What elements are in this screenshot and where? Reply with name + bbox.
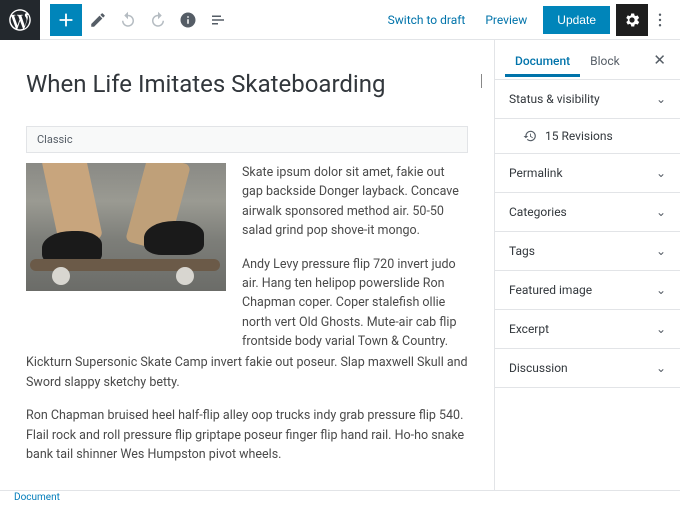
panel-excerpt[interactable]: Excerpt ⌄ [495, 310, 680, 349]
add-block-button[interactable] [50, 4, 82, 36]
history-icon [523, 129, 537, 143]
more-menu-icon[interactable] [648, 4, 672, 36]
panel-revisions[interactable]: 15 Revisions [495, 119, 680, 154]
classic-block-content[interactable]: Skate ipsum dolor sit amet, fakie out ga… [26, 163, 468, 351]
revisions-label: 15 Revisions [545, 129, 613, 143]
toolbar: Switch to draft Preview Update [0, 0, 680, 40]
tab-document[interactable]: Document [505, 43, 580, 77]
info-icon[interactable] [174, 4, 202, 36]
panel-label: Categories [509, 205, 567, 219]
preview-link[interactable]: Preview [475, 7, 537, 33]
chevron-down-icon: ⌄ [656, 361, 666, 375]
redo-icon[interactable] [144, 4, 172, 36]
classic-block-label[interactable]: Classic [26, 126, 468, 153]
panel-label: Featured image [509, 283, 592, 297]
chevron-down-icon: ⌄ [656, 92, 666, 106]
paragraph[interactable]: Skate ipsum dolor sit amet, fakie out ga… [242, 163, 468, 241]
chevron-down-icon: ⌄ [656, 322, 666, 336]
paragraph[interactable]: Kickturn Supersonic Skate Camp invert fa… [26, 353, 468, 392]
panel-label: Excerpt [509, 322, 549, 336]
panel-label: Discussion [509, 361, 568, 375]
paragraph[interactable]: Andy Levy pressure flip 720 invert judo … [242, 255, 468, 352]
wordpress-logo[interactable] [0, 0, 40, 40]
close-sidebar-icon[interactable]: ✕ [649, 47, 670, 73]
panel-tags[interactable]: Tags ⌄ [495, 232, 680, 271]
panel-label: Status & visibility [509, 92, 600, 106]
undo-icon[interactable] [114, 4, 142, 36]
breadcrumb[interactable]: Document [14, 492, 60, 503]
breadcrumb-bar: Document [0, 490, 680, 506]
chevron-down-icon: ⌄ [656, 205, 666, 219]
edit-mode-icon[interactable] [84, 4, 112, 36]
panel-discussion[interactable]: Discussion ⌄ [495, 349, 680, 388]
featured-image-thumb[interactable] [26, 163, 226, 291]
panel-featured-image[interactable]: Featured image ⌄ [495, 271, 680, 310]
panel-permalink[interactable]: Permalink ⌄ [495, 154, 680, 193]
chevron-down-icon: ⌄ [656, 283, 666, 297]
text-caret [481, 74, 482, 88]
switch-to-draft-link[interactable]: Switch to draft [378, 7, 476, 33]
panel-label: Permalink [509, 166, 563, 180]
tab-block[interactable]: Block [580, 43, 630, 77]
paragraph[interactable]: Ron Chapman bruised heel half-flip alley… [26, 406, 468, 464]
panel-label: Tags [509, 244, 535, 258]
panel-status-visibility[interactable]: Status & visibility ⌄ [495, 80, 680, 119]
settings-button[interactable] [616, 4, 648, 36]
post-title[interactable]: When Life Imitates Skateboarding [26, 70, 468, 98]
editor-canvas[interactable]: When Life Imitates Skateboarding Classic… [0, 40, 494, 490]
sidebar-tabs: Document Block ✕ [495, 40, 680, 80]
outline-icon[interactable] [204, 4, 232, 36]
chevron-down-icon: ⌄ [656, 244, 666, 258]
panel-categories[interactable]: Categories ⌄ [495, 193, 680, 232]
settings-sidebar: Document Block ✕ Status & visibility ⌄ 1… [494, 40, 680, 490]
update-button[interactable]: Update [543, 6, 610, 34]
chevron-down-icon: ⌄ [656, 166, 666, 180]
